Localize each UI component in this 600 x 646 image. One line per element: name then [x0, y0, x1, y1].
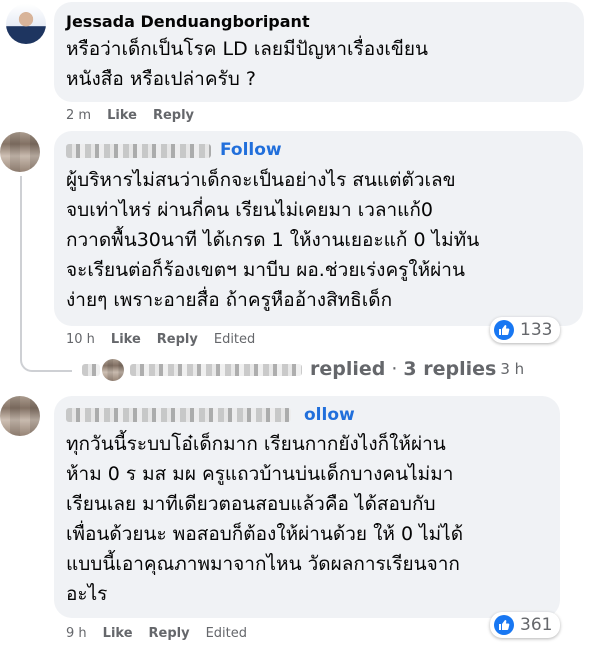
reaction-count: 361 — [520, 615, 553, 635]
edited-label: Edited — [213, 332, 256, 347]
comment-bubble: ollow ทุกวันนี้ระบบโอ๋เด็กมาก เรียนกากยั… — [54, 396, 560, 618]
replier-names-redacted — [130, 364, 302, 376]
comment-author[interactable]: Jessada Denduangboripant — [66, 12, 310, 31]
like-button[interactable]: Like — [107, 108, 137, 123]
comment-bubble: Jessada Denduangboripant หรือว่าเด็กเป็น… — [54, 2, 584, 102]
thumbs-up-icon — [494, 320, 514, 340]
thumbs-up-icon — [494, 615, 514, 635]
reply-button[interactable]: Reply — [153, 108, 194, 123]
like-button[interactable]: Like — [103, 626, 133, 641]
author-name-redacted — [66, 144, 211, 158]
replier-names-redacted — [82, 364, 100, 376]
follow-button[interactable]: Follow — [220, 140, 282, 160]
comment-text: หรือว่าเด็กเป็นโรค LD เลยมีปัญหาเรื่องเข… — [66, 38, 429, 90]
avatar — [102, 359, 124, 381]
replies-time: 3 h — [500, 360, 525, 378]
reaction-count: 133 — [520, 320, 553, 340]
reply-button[interactable]: Reply — [149, 626, 190, 641]
like-button[interactable]: Like — [111, 332, 141, 347]
avatar[interactable] — [0, 132, 40, 172]
comment-actions: 9 h Like Reply Edited — [66, 626, 247, 641]
comment-actions: 10 h Like Reply Edited — [66, 332, 255, 347]
thread-connector — [20, 326, 72, 372]
comment-text: ทุกวันนี้ระบบโอ๋เด็กมาก เรียนกากยังไงก็ใ… — [66, 433, 464, 605]
replies-replied: replied — [310, 358, 386, 380]
author-name-redacted — [66, 408, 291, 422]
reaction-summary[interactable]: 361 — [490, 612, 561, 638]
comment-time[interactable]: 9 h — [66, 626, 87, 641]
comment-text: ผู้บริหารไม่สนว่าเด็กจะเป็นอย่างไร สนแต่… — [66, 169, 480, 311]
comment-time[interactable]: 2 m — [66, 108, 91, 123]
avatar[interactable] — [0, 396, 40, 436]
comment-actions: 2 m Like Reply — [66, 108, 194, 123]
reply-button[interactable]: Reply — [157, 332, 198, 347]
replies-separator: · — [391, 358, 398, 380]
follow-button[interactable]: ollow — [304, 405, 355, 425]
edited-label: Edited — [205, 626, 248, 641]
thread-line — [20, 176, 22, 326]
reaction-summary[interactable]: 133 — [490, 317, 561, 343]
view-replies-link[interactable]: replied · 3 replies 3 h — [310, 358, 524, 380]
replies-count: 3 replies — [403, 358, 497, 380]
avatar[interactable] — [6, 4, 46, 44]
comment-bubble: Follow ผู้บริหารไม่สนว่าเด็กจะเป็นอย่างไ… — [54, 131, 583, 326]
